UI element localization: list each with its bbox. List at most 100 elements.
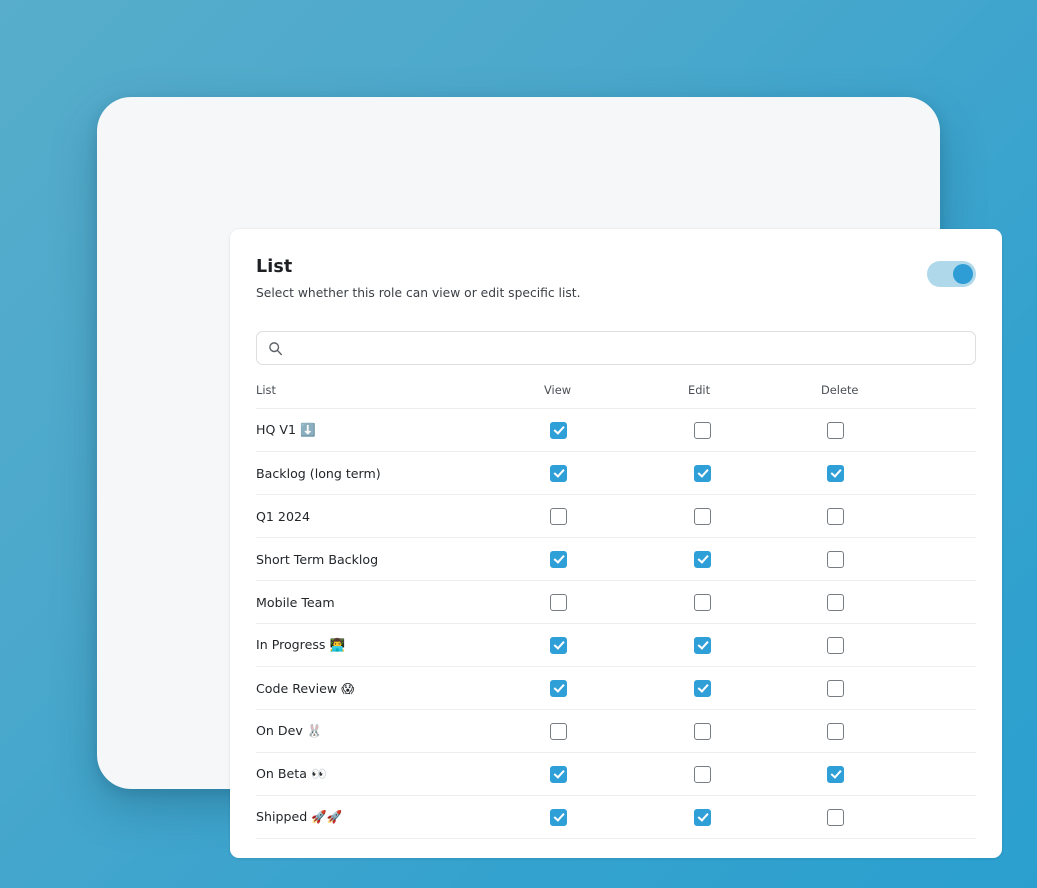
list-name-cell: In Progress 👨‍💻: [256, 623, 544, 668]
checkbox-delete[interactable]: [827, 507, 844, 525]
checkbox-view-cell: [544, 537, 688, 582]
checkbox-delete[interactable]: [827, 722, 844, 740]
checkbox-edit[interactable]: [694, 550, 711, 568]
checkbox-edit-cell: [688, 623, 821, 668]
search-bar[interactable]: [256, 331, 976, 366]
list-name-emoji: 🐰: [306, 723, 323, 739]
checkbox-edit[interactable]: [694, 464, 711, 482]
checkbox-delete-cell: [821, 408, 976, 453]
checkbox-delete[interactable]: [827, 421, 844, 439]
checkbox-view[interactable]: [550, 765, 567, 783]
list-name-cell: Short Term Backlog: [256, 537, 544, 582]
card-header: List Select whether this role can view o…: [256, 255, 976, 301]
page-subtitle: Select whether this role can view or edi…: [256, 285, 581, 300]
table-row: Q1 2024: [256, 494, 976, 539]
checkbox-view[interactable]: [550, 507, 567, 525]
list-name-label: Backlog (long term): [256, 465, 381, 481]
checkbox-view-cell: [544, 709, 688, 754]
list-name-emoji: ⬇️: [300, 422, 316, 438]
list-name-label: On Dev: [256, 723, 307, 739]
table-row: Code Review 😱: [256, 666, 976, 711]
list-name-cell: Backlog (long term): [256, 451, 544, 496]
checkbox-edit[interactable]: [694, 722, 711, 740]
table-row: Short Term Backlog: [256, 537, 976, 582]
permissions-table: List View Edit Delete HQ V1 ⬇️ Backlog (l…: [256, 377, 976, 840]
checkbox-view-cell: [544, 795, 688, 840]
list-name-cell: Shipped 🚀🚀: [256, 795, 544, 840]
checkbox-edit[interactable]: [694, 593, 711, 611]
list-permissions-card: List Select whether this role can view o…: [230, 229, 1002, 858]
checkbox-edit-cell: [688, 666, 821, 711]
checkbox-view[interactable]: [550, 550, 567, 568]
table-row: Shipped 🚀🚀: [256, 795, 976, 840]
list-name-cell: HQ V1 ⬇️: [256, 408, 544, 453]
checkbox-delete[interactable]: [827, 636, 844, 654]
checkbox-view[interactable]: [550, 636, 567, 654]
checkbox-view-cell: [544, 494, 688, 539]
screen: List Select whether this role can view o…: [0, 0, 1037, 888]
table-row: On Dev 🐰: [256, 709, 976, 754]
checkbox-view[interactable]: [550, 593, 567, 611]
list-name-label: Mobile Team: [256, 594, 335, 610]
checkbox-edit-cell: [688, 580, 821, 625]
list-name-label: Code Review: [256, 680, 342, 696]
search-input[interactable]: [292, 332, 964, 365]
list-name-emoji: 😱: [341, 680, 355, 696]
checkbox-view[interactable]: [550, 722, 567, 740]
checkbox-delete-cell: [821, 580, 976, 625]
checkbox-view[interactable]: [550, 808, 567, 826]
checkbox-edit-cell: [688, 451, 821, 496]
checkbox-delete[interactable]: [827, 765, 844, 783]
checkbox-delete-cell: [821, 795, 976, 840]
checkbox-view[interactable]: [550, 464, 567, 482]
checkbox-delete[interactable]: [827, 550, 844, 568]
checkbox-view[interactable]: [550, 421, 567, 439]
checkbox-edit[interactable]: [694, 421, 711, 439]
checkbox-edit[interactable]: [694, 636, 711, 654]
checkbox-delete[interactable]: [827, 593, 844, 611]
table-row: In Progress 👨‍💻: [256, 623, 976, 668]
list-name-emoji: 🚀🚀: [311, 809, 343, 825]
checkbox-delete[interactable]: [827, 679, 844, 697]
list-name-cell: On Dev 🐰: [256, 709, 544, 754]
checkbox-edit[interactable]: [694, 679, 711, 697]
page-title: List: [256, 257, 293, 277]
checkbox-delete-cell: [821, 666, 976, 711]
table-header-row: List View Edit Delete: [256, 377, 976, 410]
search-icon: [269, 342, 283, 356]
checkbox-edit-cell: [688, 795, 821, 840]
checkbox-view-cell: [544, 623, 688, 668]
list-name-cell: Q1 2024: [256, 494, 544, 539]
checkbox-edit-cell: [688, 408, 821, 453]
checkbox-view-cell: [544, 580, 688, 625]
checkbox-view-cell: [544, 408, 688, 453]
checkbox-edit[interactable]: [694, 765, 711, 783]
checkbox-delete[interactable]: [827, 808, 844, 826]
checkbox-view[interactable]: [550, 679, 567, 697]
table-row: Mobile Team: [256, 580, 976, 625]
checkbox-edit[interactable]: [694, 808, 711, 826]
table-row: Backlog (long term): [256, 451, 976, 496]
checkbox-delete[interactable]: [827, 464, 844, 482]
checkbox-delete-cell: [821, 537, 976, 582]
checkbox-edit[interactable]: [694, 507, 711, 525]
card-body: List Select whether this role can view o…: [230, 229, 1002, 858]
toggle-knob: [953, 264, 973, 284]
list-name-label: Q1 2024: [256, 508, 310, 524]
table-body: HQ V1 ⬇️ Backlog (long term) Q1 2024 Short …: [256, 408, 976, 840]
list-name-emoji: 👀: [310, 766, 327, 782]
list-name-label: Shipped: [256, 809, 312, 825]
column-header-view: View: [544, 377, 688, 410]
column-header-edit: Edit: [688, 377, 821, 410]
list-name-cell: On Beta 👀: [256, 752, 544, 797]
checkbox-delete-cell: [821, 752, 976, 797]
table-row: HQ V1 ⬇️: [256, 408, 976, 453]
table-head: List View Edit Delete: [256, 377, 976, 410]
checkbox-view-cell: [544, 666, 688, 711]
list-permissions-toggle[interactable]: [927, 261, 976, 287]
list-name-cell: Code Review 😱: [256, 666, 544, 711]
checkbox-edit-cell: [688, 709, 821, 754]
column-header-delete: Delete: [821, 377, 976, 410]
checkbox-edit-cell: [688, 752, 821, 797]
list-name-label: Short Term Backlog: [256, 551, 379, 567]
